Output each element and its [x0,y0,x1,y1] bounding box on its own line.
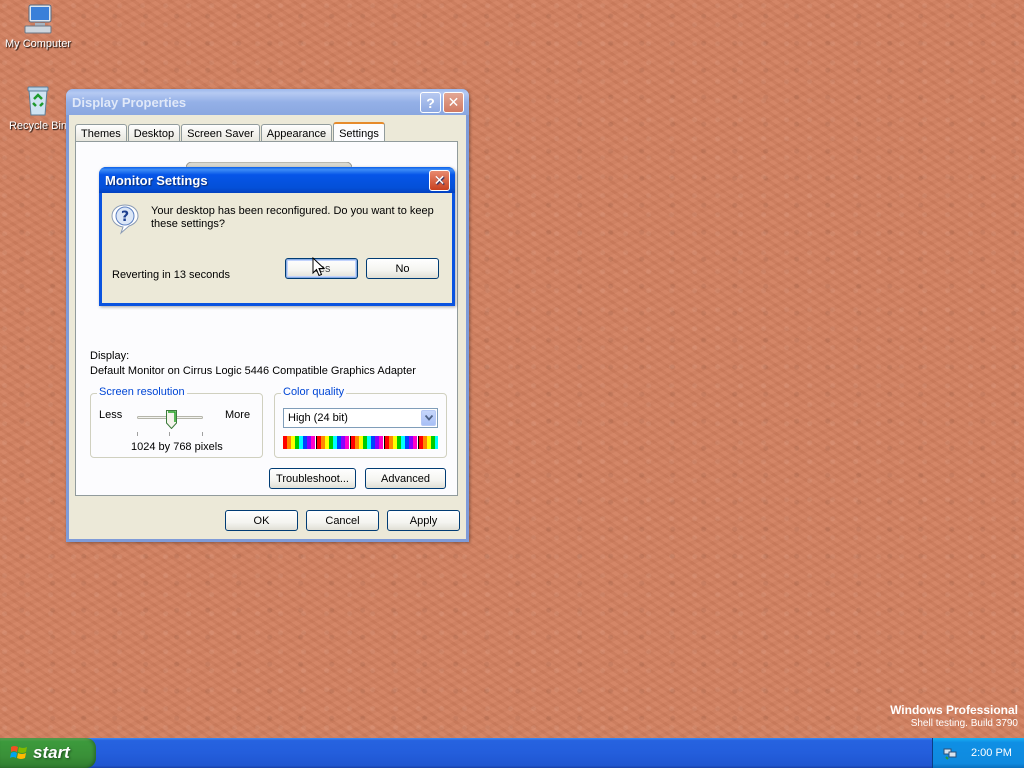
display-properties-title: Display Properties [72,94,187,110]
dropdown-arrow[interactable] [421,410,436,426]
tab-screen-saver[interactable]: Screen Saver [181,124,260,142]
advanced-button[interactable]: Advanced [365,468,446,489]
display-value: Default Monitor on Cirrus Logic 5446 Com… [90,365,416,377]
screen-resolution-group: Screen resolution Less More 1024 by 768 … [90,386,263,458]
watermark-title: Windows Professional [890,703,1018,717]
help-button[interactable]: ? [420,92,441,113]
monitor-settings-close-button[interactable]: ✕ [429,170,450,191]
no-button[interactable]: No [366,258,439,279]
monitor-settings-title: Monitor Settings [105,172,208,188]
display-properties-close-button[interactable]: ✕ [443,92,464,113]
resolution-slider-thumb[interactable] [166,410,177,429]
svg-text:?: ? [121,209,129,225]
display-properties-titlebar[interactable]: Display Properties ? ✕ [66,89,469,115]
recycle-bin-label: Recycle Bin [8,120,68,132]
more-label: More [225,409,251,421]
color-quality-title: Color quality [281,386,347,398]
monitor-settings-message: Your desktop has been reconfigured. Do y… [151,205,434,230]
taskbar: start 2:00 PM [0,738,1024,768]
desktop-watermark: Windows Professional Shell testing. Buil… [890,703,1018,729]
tab-strip: Themes Desktop Screen Saver Appearance S… [75,121,386,143]
color-quality-value: High (24 bit) [288,412,348,424]
color-quality-select[interactable]: High (24 bit) [283,408,438,428]
monitor-settings-dialog: Monitor Settings ✕ ? Your desktop has be… [99,167,455,306]
desktop-icon-recycle-bin[interactable]: Recycle Bin [0,84,76,132]
tab-label: Themes [81,127,121,140]
tab-label: Appearance [266,127,327,140]
start-label: start [33,743,70,762]
my-computer-label: My Computer [4,38,72,50]
tab-label: Settings [339,127,379,140]
start-button[interactable]: start [0,738,96,768]
question-icon: ? [111,204,139,235]
recycle-bin-icon [27,86,49,116]
screen-resolution-title: Screen resolution [97,386,187,398]
yes-label: Yes [312,262,331,275]
watermark-subtitle: Shell testing. Build 3790 [910,718,1018,729]
close-icon: ✕ [447,94,460,110]
monitor-settings-body: ? Your desktop has been reconfigured. Do… [102,193,452,303]
less-label: Less [99,409,123,421]
ok-button[interactable]: OK [225,510,298,531]
apply-button[interactable]: Apply [387,510,460,531]
tab-appearance[interactable]: Appearance [260,124,333,142]
monitor-settings-titlebar[interactable]: Monitor Settings ✕ [99,167,455,193]
tab-themes[interactable]: Themes [75,124,127,142]
resolution-slider-ticks [137,432,203,436]
tab-desktop[interactable]: Desktop [127,124,181,142]
clock[interactable]: 2:00 PM [971,747,1012,759]
yes-button[interactable]: Yes [285,258,358,279]
desktop-icon-my-computer[interactable]: My Computer [0,2,76,50]
close-icon: ✕ [433,172,446,188]
display-properties-window: Display Properties ? ✕ Themes Desktop Sc… [66,89,469,542]
help-icon: ? [426,94,435,111]
tab-label: Desktop [133,127,175,140]
windows-flag-icon [10,746,27,759]
cancel-button[interactable]: Cancel [306,510,379,531]
display-label: Display: [90,350,130,362]
chevron-down-icon [424,415,433,421]
resolution-value: 1024 by 768 pixels [131,441,223,453]
tab-label: Screen Saver [187,127,254,140]
my-computer-icon [24,4,52,34]
troubleshoot-button[interactable]: Troubleshoot... [269,468,356,489]
system-tray: 2:00 PM [932,738,1024,768]
tab-settings[interactable]: Settings [333,122,385,143]
color-quality-preview-bar [283,436,438,449]
color-quality-group: Color quality High (24 bit) [274,386,447,458]
revert-countdown: Reverting in 13 seconds [112,269,231,281]
network-icon[interactable] [943,746,957,760]
